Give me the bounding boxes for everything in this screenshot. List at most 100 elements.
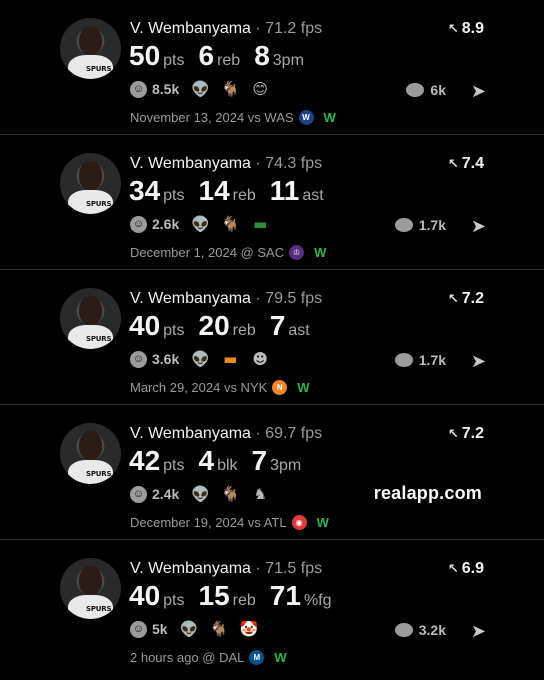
avatar[interactable]: SPURS xyxy=(60,18,121,79)
game-card[interactable]: SPURS V. Wembanyama · 79.5 fps ↖ 7.2 40 pt… xyxy=(0,269,544,404)
stat-value: 71 xyxy=(269,580,301,611)
rating-arrow-icon: ↖ xyxy=(447,561,459,576)
alien-icon[interactable]: 👽 xyxy=(191,80,210,98)
stat-label: ast xyxy=(288,322,310,339)
game-card[interactable]: SPURS V. Wembanyama · 69.7 fps ↖ 7.2 42 pt… xyxy=(0,404,544,539)
face-icon[interactable]: 😊 xyxy=(251,80,269,98)
stat-value: 42 xyxy=(129,445,161,476)
goat-icon[interactable]: 🐐 xyxy=(221,215,240,233)
react-button[interactable]: ☺ 2.6k xyxy=(130,215,179,233)
rating-value: 7.2 xyxy=(461,290,484,307)
stat-value: 7 xyxy=(269,310,286,341)
stat: 4 blk xyxy=(199,445,238,477)
reactions-bar: ☺ 2.6k 👽 🐐 ▬ xyxy=(130,215,269,233)
fps-value: · 69.7 fps xyxy=(255,425,323,442)
game-meta: 2 hours ago @ DAL M W xyxy=(130,650,287,665)
rating-value: 8.9 xyxy=(461,20,484,37)
stat-label: ast xyxy=(302,187,324,204)
comments-button[interactable]: 3.2k xyxy=(394,622,446,638)
alien-icon[interactable]: 👽 xyxy=(191,485,210,503)
alien-icon[interactable]: 👽 xyxy=(180,620,199,638)
reaction-count: 8.5k xyxy=(152,81,180,97)
avatar[interactable]: SPURS xyxy=(60,153,121,214)
rating-value: 6.9 xyxy=(461,560,484,577)
stat-line: 50 pts 6 reb 8 3pm xyxy=(129,40,304,72)
stat-label: blk xyxy=(217,457,238,474)
stat-label: reb xyxy=(232,187,256,204)
stat: 14 reb xyxy=(199,175,256,207)
stat-line: 42 pts 4 blk 7 3pm xyxy=(129,445,301,477)
goat-icon[interactable]: 🐐 xyxy=(210,620,229,638)
game-date: December 19, 2024 vs ATL xyxy=(130,515,287,530)
comment-icon xyxy=(394,623,413,637)
stat-label: pts xyxy=(163,52,185,69)
goat-icon[interactable]: 🐐 xyxy=(221,485,240,503)
stat-label: %fg xyxy=(303,592,332,609)
avatar[interactable]: SPURS xyxy=(60,288,121,349)
alien-icon[interactable]: 👽 xyxy=(191,350,210,368)
player-name[interactable]: V. Wembanyama xyxy=(130,20,251,37)
clown-icon[interactable]: 🤡 xyxy=(240,620,259,638)
stat: 40 pts xyxy=(129,580,185,612)
game-card[interactable]: SPURS V. Wembanyama · 71.5 fps ↖ 6.9 40 pt… xyxy=(0,539,544,674)
game-card[interactable]: SPURS V. Wembanyama · 74.3 fps ↖ 7.4 34 pt… xyxy=(0,134,544,269)
stat-label: reb xyxy=(217,52,241,69)
share-icon[interactable]: ➤ xyxy=(471,81,486,102)
alien-icon[interactable]: 👽 xyxy=(191,215,210,233)
fps-value: · 71.2 fps xyxy=(255,20,323,37)
reaction-count: 5k xyxy=(152,621,168,637)
reaction-count: 2.4k xyxy=(152,486,180,502)
comments-button[interactable]: 1.7k xyxy=(394,352,446,368)
stat: 7 3pm xyxy=(252,445,302,477)
game-card[interactable]: SPURS V. Wembanyama · 71.2 fps ↖ 8.9 50 pt… xyxy=(0,0,544,134)
knicks-logo-icon: N xyxy=(272,380,288,395)
player-name[interactable]: V. Wembanyama xyxy=(130,560,251,577)
comment-icon xyxy=(394,353,413,367)
stat-line: 34 pts 14 reb 11 ast xyxy=(129,175,324,207)
game-date: November 13, 2024 vs WAS xyxy=(130,110,294,125)
rating: ↖ 7.4 xyxy=(448,155,484,173)
smile-icon: ☺ xyxy=(130,80,147,98)
stat-label: pts xyxy=(163,457,185,474)
comment-icon xyxy=(406,83,425,97)
share-icon[interactable]: ➤ xyxy=(471,621,486,642)
rating-value: 7.4 xyxy=(461,155,484,172)
stat-label: reb xyxy=(232,322,256,339)
stat: 50 pts xyxy=(129,40,185,72)
goat-icon[interactable]: 🐐 xyxy=(221,80,240,98)
player-name[interactable]: V. Wembanyama xyxy=(130,155,251,172)
player-name[interactable]: V. Wembanyama xyxy=(130,290,251,307)
rating-arrow-icon: ↖ xyxy=(447,156,459,171)
react-button[interactable]: ☺ 8.5k xyxy=(130,80,180,98)
fps-value: · 71.5 fps xyxy=(255,560,323,577)
face-icon[interactable]: ☻ xyxy=(251,350,269,368)
comments-button[interactable]: 6k xyxy=(406,82,446,98)
result-badge: W xyxy=(323,110,336,125)
fps-value: · 79.5 fps xyxy=(255,290,323,307)
stat: 7 ast xyxy=(270,310,310,342)
flag-icon[interactable]: ▬ xyxy=(251,215,269,233)
share-icon[interactable]: ➤ xyxy=(471,216,486,237)
game-meta: November 13, 2024 vs WAS W W xyxy=(130,110,336,125)
avatar[interactable]: SPURS xyxy=(60,558,121,619)
flag-icon[interactable]: ▬ xyxy=(221,350,239,368)
mavericks-logo-icon: M xyxy=(249,650,265,665)
reactions-bar: ☺ 2.4k 👽 🐐 ♞ xyxy=(130,485,269,503)
rating-arrow-icon: ↖ xyxy=(447,426,459,441)
react-button[interactable]: ☺ 5k xyxy=(130,620,168,638)
reactions-bar: ☺ 8.5k 👽 🐐 😊 xyxy=(130,80,269,98)
stat-value: 15 xyxy=(198,580,230,611)
card-header: V. Wembanyama · 74.3 fps xyxy=(130,155,322,173)
player-name[interactable]: V. Wembanyama xyxy=(130,425,251,442)
comments-button[interactable]: 1.7k xyxy=(394,217,446,233)
stat: 71 %fg xyxy=(270,580,332,612)
react-button[interactable]: ☺ 2.4k xyxy=(130,485,180,503)
rating: ↖ 7.2 xyxy=(448,290,484,308)
rating-arrow-icon: ↖ xyxy=(447,21,459,36)
share-icon[interactable]: ➤ xyxy=(471,351,486,372)
react-button[interactable]: ☺ 3.6k xyxy=(130,350,179,368)
avatar[interactable]: SPURS xyxy=(60,423,121,484)
result-badge: W xyxy=(316,515,329,530)
rating-value: 7.2 xyxy=(461,425,484,442)
flex-icon[interactable]: ♞ xyxy=(251,485,269,503)
